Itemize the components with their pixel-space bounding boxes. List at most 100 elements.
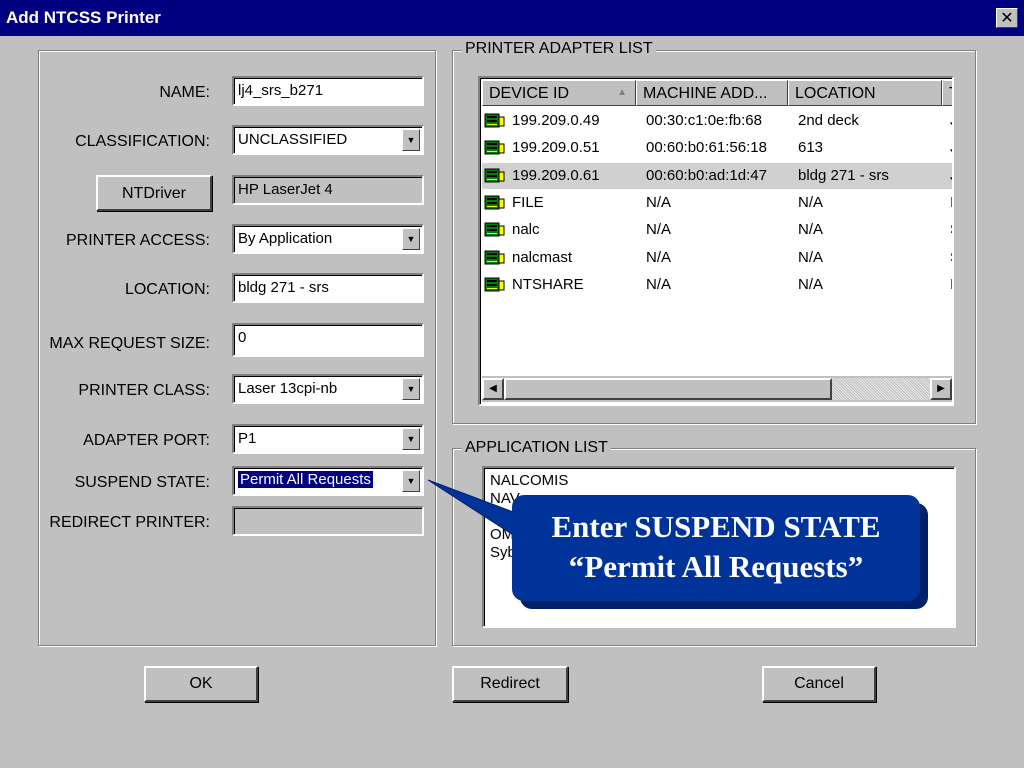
printer-class-dropdown-button[interactable]: ▼ <box>402 378 420 400</box>
cancel-button-label: Cancel <box>794 675 844 692</box>
callout-line-1: Enter SUSPEND STATE <box>551 509 881 544</box>
classification-value: UNCLASSIFIED <box>238 131 348 148</box>
location-cell: N/A <box>798 275 824 293</box>
device-id-cell: 199.209.0.51 <box>512 139 600 157</box>
table-row[interactable]: FILE N/A N/A I <box>482 190 952 216</box>
type-cell: J <box>950 139 952 156</box>
column-machine-address-label: MACHINE ADD... <box>643 85 768 102</box>
adapter-port-dropdown-button[interactable]: ▼ <box>402 428 420 450</box>
printer-adapter-icon <box>484 113 505 128</box>
classification-select[interactable]: UNCLASSIFIED ▼ <box>232 125 424 155</box>
suspend-state-value: Permit All Requests <box>238 471 373 488</box>
printer-access-select[interactable]: By Application ▼ <box>232 224 424 254</box>
max-request-size-label: MAX REQUEST SIZE: <box>49 335 210 352</box>
machine-address-cell: N/A <box>646 275 672 293</box>
table-row[interactable]: 199.209.0.61 00:60:b0:ad:1d:47 bldg 271 - … <box>482 162 952 189</box>
table-row[interactable]: 199.209.0.51 00:60:b0:61:56:18 613 J <box>482 135 952 161</box>
machine-address-cell: 00:60:b0:ad:1d:47 <box>646 166 767 184</box>
printer-access-value: By Application <box>238 230 333 247</box>
chevron-down-icon: ▼ <box>406 434 416 444</box>
horizontal-scrollbar[interactable]: ◀ ▶ <box>482 376 952 402</box>
table-row[interactable]: nalc N/A N/A S <box>482 217 952 243</box>
type-cell: I <box>950 193 954 211</box>
close-icon: ✕ <box>1000 10 1014 27</box>
scrollbar-track[interactable] <box>832 378 930 400</box>
instruction-callout: Enter SUSPEND STATE “Permit All Requests… <box>512 495 920 601</box>
ntdriver-button-label: NTDriver <box>122 185 186 202</box>
location-cell: 2nd deck <box>798 112 859 129</box>
table-row[interactable]: NTSHARE N/A N/A I <box>482 272 952 298</box>
machine-address-cell: N/A <box>646 221 672 239</box>
name-value: lj4_srs_b271 <box>238 82 324 99</box>
redirect-printer-field <box>232 506 424 536</box>
table-row[interactable]: nalcmast N/A N/A S <box>482 245 952 271</box>
redirect-button-label: Redirect <box>480 675 540 692</box>
name-field[interactable]: lj4_srs_b271 <box>232 76 424 106</box>
column-location[interactable]: LOCATION <box>788 80 942 106</box>
max-request-size-field[interactable]: 0 <box>232 323 424 357</box>
location-cell: bldg 271 - srs <box>798 166 889 184</box>
table-row[interactable]: 199.209.0.49 00:30:c1:0e:fb:68 2nd deck J <box>482 108 952 134</box>
column-machine-address[interactable]: MACHINE ADD... <box>636 80 788 106</box>
chevron-down-icon: ▼ <box>406 476 416 486</box>
application-list-group-label: APPLICATION LIST <box>462 439 611 457</box>
printer-access-dropdown-button[interactable]: ▼ <box>402 228 420 250</box>
ntdriver-field: HP LaserJet 4 <box>232 175 424 205</box>
ntdriver-value: HP LaserJet 4 <box>238 181 333 198</box>
printer-adapter-icon <box>484 277 505 292</box>
device-id-cell: 199.209.0.49 <box>512 112 600 129</box>
column-type[interactable]: T <box>942 80 952 106</box>
type-cell: I <box>950 275 954 293</box>
adapter-port-value: P1 <box>238 430 257 447</box>
scroll-right-button[interactable]: ▶ <box>930 378 952 400</box>
callout-line-2: “Permit All Requests” <box>568 549 864 584</box>
suspend-state-dropdown-button[interactable]: ▼ <box>402 470 420 492</box>
printer-access-label: PRINTER ACCESS: <box>65 232 210 249</box>
chevron-down-icon: ▼ <box>406 384 416 394</box>
type-cell: J <box>950 167 952 184</box>
location-label: LOCATION: <box>124 281 210 298</box>
device-id-cell: NTSHARE <box>512 275 584 293</box>
printer-adapter-list[interactable]: DEVICE ID ▲ MACHINE ADD... LOCATION T 19… <box>478 76 954 406</box>
cancel-button[interactable]: Cancel <box>762 666 876 702</box>
classification-dropdown-button[interactable]: ▼ <box>402 129 420 151</box>
device-id-cell: FILE <box>512 193 544 211</box>
printer-class-label: PRINTER CLASS: <box>78 382 210 399</box>
application-list-item[interactable]: NALCOMIS <box>490 472 954 490</box>
scrollbar-thumb[interactable] <box>504 378 832 400</box>
location-field[interactable]: bldg 271 - srs <box>232 273 424 303</box>
chevron-down-icon: ▼ <box>406 234 416 244</box>
arrow-right-icon: ▶ <box>937 383 945 394</box>
location-cell: N/A <box>798 248 824 266</box>
printer-class-select[interactable]: Laser 13cpi-nb ▼ <box>232 374 424 404</box>
printer-adapter-icon <box>484 222 505 237</box>
type-cell: S <box>950 221 952 238</box>
ntdriver-button[interactable]: NTDriver <box>96 175 212 211</box>
location-cell: N/A <box>798 221 824 239</box>
chevron-down-icon: ▼ <box>406 135 416 145</box>
device-id-cell: nalcmast <box>512 248 573 266</box>
redirect-button[interactable]: Redirect <box>452 666 568 702</box>
machine-address-cell: N/A <box>646 248 672 266</box>
adapter-port-label: ADAPTER PORT: <box>83 432 210 449</box>
printer-adapter-icon <box>484 168 505 183</box>
column-location-label: LOCATION <box>795 85 876 102</box>
sort-ascending-icon: ▲ <box>617 87 627 98</box>
type-cell: J <box>950 112 952 129</box>
title-bar: Add NTCSS Printer ✕ <box>0 0 1024 36</box>
ok-button-label: OK <box>189 675 213 692</box>
name-label: NAME: <box>159 84 210 101</box>
suspend-state-select[interactable]: Permit All Requests ▼ <box>232 466 424 496</box>
machine-address-cell: N/A <box>646 193 672 211</box>
column-type-label: T <box>949 85 952 102</box>
redirect-printer-label: REDIRECT PRINTER: <box>49 514 210 531</box>
location-cell: 613 <box>798 139 824 157</box>
adapter-port-select[interactable]: P1 ▼ <box>232 424 424 454</box>
close-button[interactable]: ✕ <box>996 8 1018 28</box>
type-cell: S <box>950 249 952 266</box>
scroll-left-button[interactable]: ◀ <box>482 378 504 400</box>
max-request-size-value: 0 <box>238 329 247 346</box>
ok-button[interactable]: OK <box>144 666 258 702</box>
column-device-id[interactable]: DEVICE ID ▲ <box>482 80 636 106</box>
classification-label: CLASSIFICATION: <box>75 133 210 150</box>
